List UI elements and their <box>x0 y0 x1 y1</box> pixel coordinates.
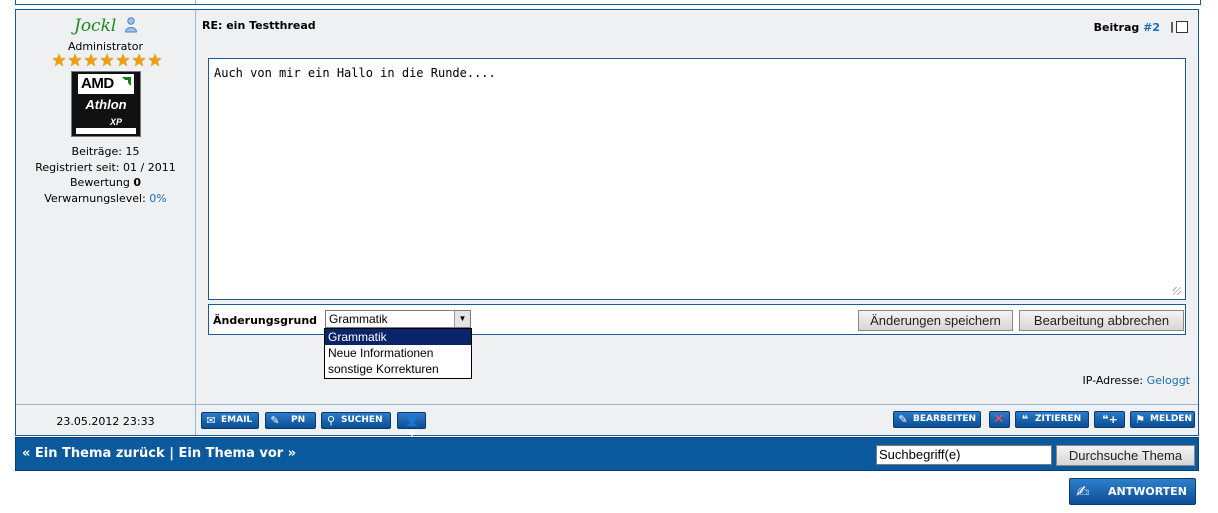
star-icon: ★ <box>83 51 99 71</box>
online-user-icon <box>124 17 138 33</box>
dropdown-option[interactable]: Grammatik <box>325 329 471 345</box>
email-icon: ✉ <box>206 414 216 427</box>
report-button[interactable]: ⚑ MELDEN <box>1130 411 1195 428</box>
cancel-edit-button[interactable]: Bearbeitung abbrechen <box>1019 310 1184 331</box>
thread-search-input[interactable]: Suchbegriff(e) <box>876 445 1052 465</box>
private-message-button[interactable]: ✎ PN <box>265 412 316 429</box>
star-icon: ★ <box>67 51 83 71</box>
star-icon: ★ <box>51 51 67 71</box>
search-thread-button[interactable]: Durchsuche Thema <box>1056 445 1195 466</box>
edit-textarea[interactable]: Auch von mir ein Hallo in die Runde.... <box>208 58 1186 300</box>
warning-level-link[interactable]: 0% <box>149 192 166 205</box>
dropdown-option[interactable]: Neue Informationen <box>325 345 471 361</box>
thread-navigation: « Ein Thema zurück | Ein Thema vor » <box>22 446 297 461</box>
avatar: AMD Athlon XP <box>71 71 141 137</box>
ip-address-link[interactable]: Geloggt <box>1147 374 1190 387</box>
delete-icon: ✕ <box>993 412 1005 427</box>
quote-button[interactable]: ❝ ZITIEREN <box>1015 411 1089 428</box>
post-count: 15 <box>125 145 140 158</box>
user-stats: Beiträge: 15 Registriert seit: 01 / 2011… <box>35 145 176 205</box>
registered-date: 01 / 2011 <box>123 160 176 174</box>
post-select-checkbox[interactable] <box>1176 21 1188 33</box>
email-button[interactable]: ✉ EMAIL <box>201 412 259 429</box>
resize-grip-icon[interactable] <box>1173 287 1181 295</box>
ip-address: IP-Adresse: Geloggt <box>1082 374 1190 387</box>
prev-thread-link[interactable]: « Ein Thema zurück <box>22 446 165 461</box>
separator: | <box>1169 20 1174 33</box>
post-permalink[interactable]: #2 <box>1143 21 1160 34</box>
reply-button[interactable]: ✍ ANTWORTEN <box>1069 478 1196 505</box>
post-number: Beitrag #2 <box>1093 21 1160 34</box>
username[interactable]: Jockl <box>74 16 116 36</box>
post-title: RE: ein Testthread <box>202 19 316 32</box>
search-button[interactable]: ⚲ SUCHEN <box>321 412 391 429</box>
add-user-icon: 👤+ <box>405 414 419 440</box>
edit-reason-select[interactable]: Grammatik ▼ <box>325 310 471 328</box>
star-icon: ★ <box>99 51 115 71</box>
edit-icon: ✎ <box>898 413 908 426</box>
quote-icon: ❝ <box>1021 413 1029 426</box>
reply-icon: ✍ <box>1076 482 1090 501</box>
thread-nav-bar: « Ein Thema zurück | Ein Thema vor » Suc… <box>15 437 1199 471</box>
add-contact-button[interactable]: 👤+ <box>397 412 426 440</box>
star-icon: ★ <box>115 51 131 71</box>
delete-button[interactable]: ✕ <box>989 411 1010 428</box>
user-info-column: Jockl Administrator ★ ★ ★ ★ ★ ★ ★ AMD At… <box>16 10 196 404</box>
post-container: Jockl Administrator ★ ★ ★ ★ ★ ★ ★ AMD At… <box>15 9 1199 440</box>
multi-quote-button[interactable]: ❝+ <box>1094 411 1125 428</box>
star-icon: ★ <box>147 51 163 71</box>
xp-logo-text: XP <box>110 117 123 127</box>
post-date: 23.05.2012 23:33 <box>56 415 155 428</box>
star-icon: ★ <box>131 51 147 71</box>
edit-button[interactable]: ✎ BEARBEITEN <box>893 411 981 428</box>
dropdown-option[interactable]: sonstige Korrekturen <box>325 361 471 377</box>
search-icon: ⚲ <box>326 414 336 427</box>
multi-quote-icon: ❝+ <box>1102 413 1118 426</box>
dropdown-arrow-icon[interactable]: ▼ <box>454 311 470 327</box>
message-icon: ✎ <box>270 414 280 427</box>
edit-reason-label: Änderungsgrund <box>213 314 318 327</box>
rank-stars: ★ ★ ★ ★ ★ ★ ★ <box>51 51 163 71</box>
rating-value: 0 <box>133 176 141 189</box>
report-icon: ⚑ <box>1135 413 1145 426</box>
save-changes-button[interactable]: Änderungen speichern <box>858 310 1013 331</box>
athlon-logo-text: Athlon <box>85 97 127 112</box>
amd-logo: AMD <box>78 74 134 94</box>
next-thread-link[interactable]: Ein Thema vor » <box>178 446 296 461</box>
edit-reason-dropdown-list: Grammatik Neue Informationen sonstige Ko… <box>324 328 472 379</box>
previous-post-fragment <box>15 0 1201 5</box>
